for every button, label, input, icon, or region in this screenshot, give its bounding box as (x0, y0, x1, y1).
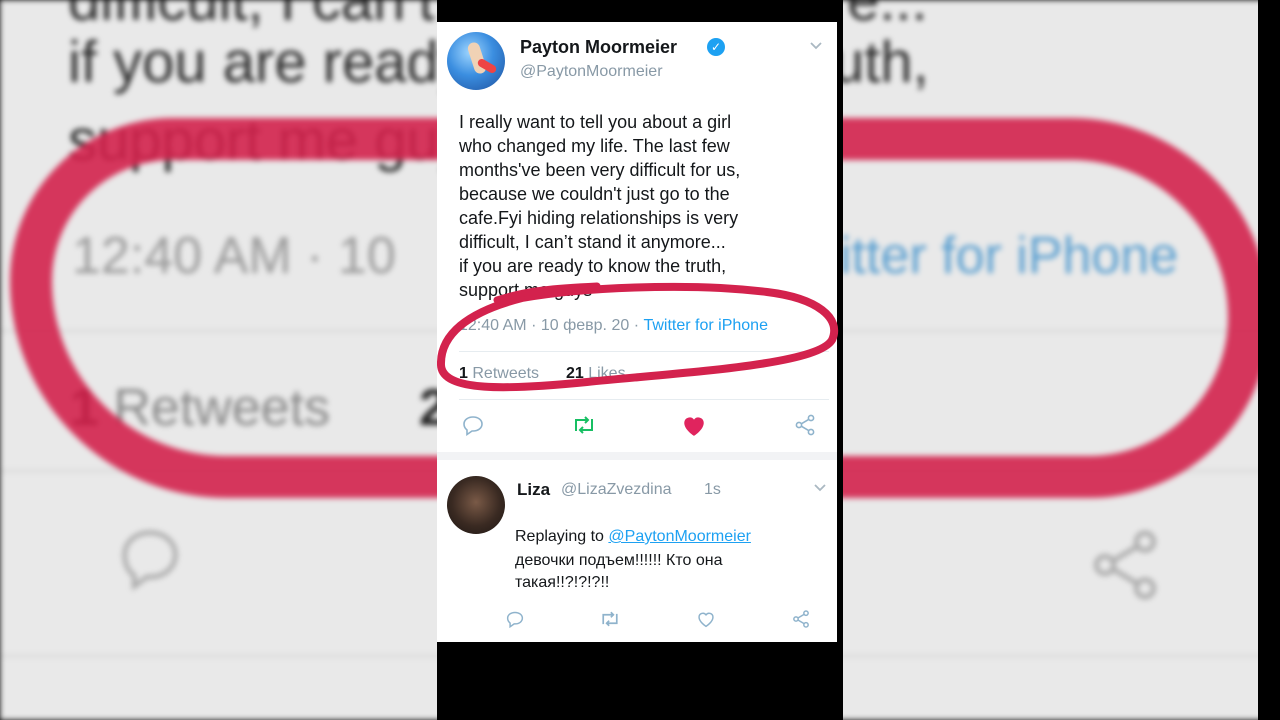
tweet-text-line: cafe.Fyi hiding relationships is very (459, 208, 739, 228)
replying-mention-link[interactable]: @PaytonMoormeier (608, 528, 751, 545)
likes-label[interactable]: Likes (588, 365, 625, 382)
divider (459, 351, 829, 352)
heart-outline-icon[interactable] (692, 605, 720, 633)
chevron-down-icon[interactable] (809, 38, 823, 56)
tweet-actions (459, 411, 819, 439)
retweets-count[interactable]: 1 (459, 365, 468, 382)
right-edge-bar (1258, 0, 1280, 720)
verified-badge-icon: ✓ (707, 38, 725, 56)
retweets-label[interactable]: Retweets (472, 365, 539, 382)
reply-icon[interactable] (459, 411, 487, 439)
share-icon[interactable] (787, 605, 815, 633)
reply-actions (501, 605, 815, 633)
reply-text-line: девочки подъем!!!!!! Кто она (515, 552, 723, 569)
meta-separator: · (531, 317, 537, 334)
tweet-text: I really want to tell you about a girl w… (459, 110, 829, 302)
likes-count[interactable]: 21 (566, 365, 584, 382)
tweet-text-line: difficult, I can’t stand it anymore... (459, 232, 726, 252)
tweet-stats: 1 Retweets 21 Likes (459, 365, 626, 383)
author-name[interactable]: Payton Moormeier (520, 37, 677, 58)
replying-to: Replaying to @PaytonMoormeier (515, 528, 751, 546)
divider (459, 399, 829, 400)
bg-reply-icon (112, 520, 188, 612)
tweet-text-line: if you are ready to know the truth, (459, 256, 727, 276)
reply-text: девочки подъем!!!!!! Кто она такая!!?!?!… (515, 550, 815, 594)
author-handle[interactable]: @PaytonMoormeier (520, 63, 663, 81)
tweet-text-line: who changed my life. The last few (459, 136, 730, 156)
tweet-card: Payton Moormeier ✓ @PaytonMoormeier I re… (437, 22, 837, 642)
phone-screenshot: Payton Moormeier ✓ @PaytonMoormeier I re… (437, 0, 843, 720)
tweet-meta: 12:40 AM · 10 февр. 20 · Twitter for iPh… (459, 317, 768, 335)
reply-text-line: такая!!?!?!?!! (515, 574, 610, 591)
tweet-text-line: I really want to tell you about a girl (459, 112, 732, 132)
chevron-down-icon[interactable] (813, 480, 827, 498)
reply-avatar[interactable] (447, 476, 505, 534)
tweet-text-line: because we couldn't just go to the (459, 184, 730, 204)
retweet-icon[interactable] (570, 411, 598, 439)
reply-time: 1s (704, 481, 721, 498)
retweet-icon[interactable] (596, 605, 624, 633)
reply-author-name[interactable]: Liza (517, 480, 550, 500)
replying-prefix: Replaying to (515, 528, 604, 545)
share-icon[interactable] (791, 411, 819, 439)
reply-icon[interactable] (501, 605, 529, 633)
tweet-text-line: months've been very difficult for us, (459, 160, 741, 180)
tweet-source-link[interactable]: Twitter for iPhone (643, 317, 768, 334)
section-separator (437, 452, 837, 460)
tweet-text-line: support me guys (459, 280, 593, 300)
heart-filled-icon[interactable] (680, 411, 708, 439)
bg-share-icon (1085, 520, 1165, 626)
avatar[interactable] (447, 32, 505, 90)
bottom-black-area (437, 642, 843, 720)
meta-separator: · (633, 317, 640, 334)
tweet-time: 12:40 AM (459, 317, 527, 334)
reply-author-handle[interactable]: @LizaZvezdina (561, 481, 672, 499)
tweet-date: 10 февр. 20 (540, 317, 630, 334)
